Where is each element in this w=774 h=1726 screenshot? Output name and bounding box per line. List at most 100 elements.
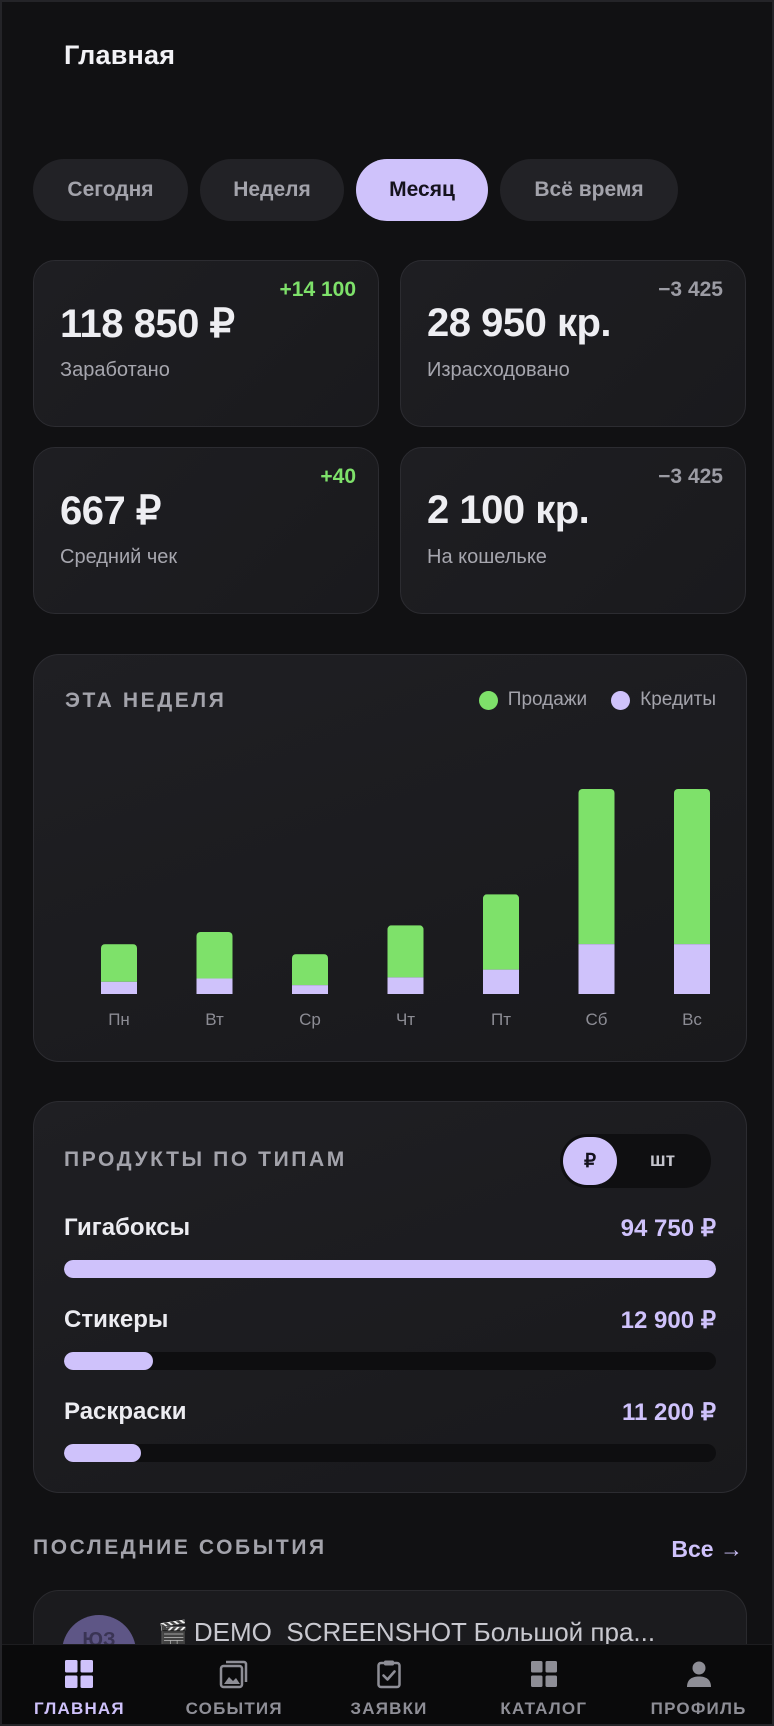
chart-bar-sales bbox=[196, 931, 233, 979]
nav-item-requests[interactable]: ЗАЯВКИ bbox=[312, 1645, 467, 1724]
legend-dot-sales bbox=[478, 690, 498, 710]
chart-bar-sales bbox=[292, 954, 328, 986]
unit-toggle: ₽ шт bbox=[560, 1134, 711, 1188]
chart-tick-label: Чт bbox=[396, 1010, 415, 1029]
tab-all-time[interactable]: Всё время bbox=[500, 159, 678, 221]
nav-label: ЗАЯВКИ bbox=[350, 1699, 428, 1718]
legend-item-sales: Продажи bbox=[478, 689, 588, 711]
chart-bar-stack bbox=[674, 789, 710, 994]
product-name: Раскраски bbox=[64, 1398, 187, 1425]
products-panel: ПРОДУКТЫ ПО ТИПАМ ₽ шт Гигабоксы 94 750 … bbox=[33, 1101, 747, 1493]
chart-bar-credits bbox=[578, 944, 615, 994]
nav-item-home[interactable]: ГЛАВНАЯ bbox=[2, 1645, 157, 1724]
nav-label: КАТАЛОГ bbox=[500, 1699, 588, 1718]
nav-item-events[interactable]: СОБЫТИЯ bbox=[157, 1645, 312, 1724]
product-bar-fill bbox=[64, 1260, 716, 1278]
person-icon bbox=[686, 1661, 711, 1687]
chart-bar-stack bbox=[196, 931, 233, 994]
chart-bar-sales bbox=[101, 944, 137, 982]
chart-bar-stack bbox=[292, 954, 328, 994]
products-title: ПРОДУКТЫ ПО ТИПАМ bbox=[64, 1148, 347, 1171]
chart-bar-sales bbox=[674, 789, 710, 945]
product-bar-fill bbox=[64, 1352, 153, 1370]
chart-tick-label: Вт bbox=[205, 1010, 224, 1029]
product-bar-track bbox=[64, 1260, 716, 1278]
toggle-pcs[interactable]: шт bbox=[617, 1137, 708, 1185]
catalog-grid-icon bbox=[530, 1661, 557, 1687]
product-bar-track bbox=[64, 1444, 716, 1462]
product-bar-fill bbox=[64, 1444, 142, 1462]
stat-label: Средний чек bbox=[60, 546, 178, 568]
grid-icon bbox=[65, 1660, 94, 1688]
legend-dot-credits bbox=[611, 690, 631, 710]
legend-item-credits: Кредиты bbox=[611, 689, 716, 711]
product-value: 94 750 ₽ bbox=[620, 1215, 716, 1242]
stat-value: 118 850 ₽ bbox=[60, 302, 235, 346]
chart-tick-label: Вс bbox=[682, 1010, 702, 1029]
chart-bar-credits bbox=[387, 977, 424, 994]
period-tabs: Сегодня Неделя Месяц Всё время bbox=[33, 159, 678, 221]
stat-label: Израсходовано bbox=[427, 359, 570, 381]
legend-label-credits: Кредиты bbox=[640, 689, 716, 710]
chart-bar-credits bbox=[196, 978, 233, 994]
clapperboard-icon: 🎬 bbox=[158, 1620, 188, 1647]
stat-value: 28 950 кр. bbox=[427, 301, 612, 345]
event-title: DEMO_SCREENSHOT Большой пра... bbox=[193, 1617, 656, 1647]
chart-bar-stack bbox=[578, 789, 615, 994]
chart-bar-stack bbox=[483, 894, 519, 994]
tab-week[interactable]: Неделя bbox=[200, 159, 344, 221]
product-value: 12 900 ₽ bbox=[620, 1307, 716, 1334]
chart-bar-group: Пт bbox=[483, 894, 519, 1029]
chart-bar-group: Сб bbox=[578, 789, 615, 1029]
chart-bar-stack bbox=[101, 944, 137, 994]
stat-card-average-check: 667 ₽ Средний чек +40 bbox=[33, 447, 379, 614]
product-name: Гигабоксы bbox=[64, 1214, 191, 1241]
stat-delta: +40 bbox=[320, 465, 356, 488]
chart-bar-credits bbox=[292, 985, 328, 994]
stat-label: На кошельке bbox=[427, 546, 547, 568]
chart-bar-group: Пн bbox=[101, 944, 137, 1029]
stat-card-spent: 28 950 кр. Израсходовано −3 425 bbox=[400, 260, 746, 427]
weekly-chart-panel: Пн Вт Ср Чт Пт Сб Вс ЭТА НЕДЕЛЯ Продажи Кредит… bbox=[33, 654, 747, 1062]
chart-legend: Продажи Кредиты bbox=[478, 689, 716, 711]
chart-bar-sales bbox=[387, 925, 424, 978]
stat-card-wallet: 2 100 кр. На кошельке −3 425 bbox=[400, 447, 746, 614]
events-title: ПОСЛЕДНИЕ СОБЫТИЯ bbox=[33, 1536, 327, 1559]
stat-delta: −3 425 bbox=[658, 465, 723, 488]
nav-item-profile[interactable]: ПРОФИЛЬ bbox=[621, 1645, 772, 1724]
toggle-rub[interactable]: ₽ bbox=[563, 1137, 617, 1185]
page-title: Главная bbox=[64, 40, 176, 70]
chart-tick-label: Сб bbox=[585, 1010, 607, 1029]
stat-delta: +14 100 bbox=[279, 278, 357, 301]
tab-today[interactable]: Сегодня bbox=[33, 159, 188, 221]
events-all-link[interactable]: Все → bbox=[671, 1536, 743, 1563]
chart-bar-credits bbox=[101, 981, 137, 994]
images-icon bbox=[219, 1660, 248, 1689]
bottom-nav: ГЛАВНАЯ СОБЫТИЯ ЗАЯВКИ КАТАЛОГ ПРОФИЛЬ bbox=[2, 1644, 772, 1724]
chart-tick-label: Пт bbox=[491, 1010, 511, 1029]
chart-bar-group: Вт bbox=[196, 931, 233, 1029]
tab-month[interactable]: Месяц bbox=[356, 159, 488, 221]
nav-label: СОБЫТИЯ bbox=[185, 1699, 283, 1718]
chart-title: ЭТА НЕДЕЛЯ bbox=[65, 689, 227, 712]
chart-bar-stack bbox=[387, 925, 424, 994]
product-name: Стикеры bbox=[64, 1306, 169, 1333]
chart-tick-label: Пн bbox=[108, 1010, 130, 1029]
product-bar-track bbox=[64, 1352, 716, 1370]
chart-bar-group: Чт bbox=[387, 925, 424, 1029]
product-value: 11 200 ₽ bbox=[621, 1399, 716, 1426]
stat-label: Заработано bbox=[60, 359, 170, 381]
chart-bar-sales bbox=[483, 894, 519, 970]
app-screen: Главная Сегодня Неделя Месяц Всё время 1… bbox=[0, 0, 774, 1726]
chart-bar-group: Вс bbox=[674, 789, 710, 1029]
legend-label-sales: Продажи bbox=[507, 689, 588, 710]
chart-bar-sales bbox=[578, 789, 615, 945]
nav-item-catalog[interactable]: КАТАЛОГ bbox=[466, 1645, 621, 1724]
nav-label: ПРОФИЛЬ bbox=[650, 1699, 747, 1718]
nav-label: ГЛАВНАЯ bbox=[33, 1699, 125, 1718]
clipboard-check-icon bbox=[377, 1660, 401, 1689]
chart-bar-credits bbox=[483, 969, 519, 994]
stat-value: 2 100 кр. bbox=[427, 488, 590, 532]
weekly-chart: Пн Вт Ср Чт Пт Сб Вс bbox=[101, 789, 710, 1029]
chart-bar-group: Ср bbox=[292, 954, 328, 1029]
